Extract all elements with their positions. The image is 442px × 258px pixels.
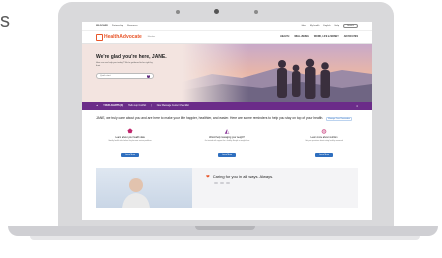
alert-item-1[interactable]: Hello Lup Conflict (128, 105, 146, 107)
nav-well-being[interactable]: WELL-BEING (294, 36, 309, 38)
alert-separator: | (151, 105, 152, 107)
search-button[interactable]: Search (343, 24, 358, 28)
intro-text-block: JANE, we truly care about you and are he… (96, 116, 358, 122)
utility-brand[interactable]: WILDCARD (96, 25, 108, 27)
hero-banner: We're glad you're here, JANE. How can we… (82, 44, 372, 102)
logo-text: HealthAdvocate (104, 34, 142, 40)
camera-dot-left (176, 10, 180, 14)
utility-link-partnership[interactable]: Partnership (112, 25, 123, 27)
manage-reminders-link[interactable]: Manage Your Reminders (326, 117, 353, 121)
utility-link-help[interactable]: Help (335, 25, 340, 27)
alerts-label[interactable]: YOUR ALERTS (3) (103, 105, 123, 107)
promo-headline: Caring for you in all ways. Always. (212, 174, 274, 180)
card-subtitle: Identify health risks before they become… (108, 139, 152, 142)
carousel-dots[interactable] (214, 181, 230, 184)
shield-icon: ⬟ (127, 128, 133, 135)
card-subtitle: Get your questions about eating healthy … (305, 139, 343, 142)
laptop-shadow (30, 236, 420, 240)
utility-link-myhealth[interactable]: My health (310, 25, 319, 27)
utility-link-english[interactable]: English (323, 25, 330, 27)
side-text: s (0, 10, 10, 32)
utility-link-resources[interactable]: Resources (127, 25, 137, 27)
carousel-dot[interactable] (214, 181, 218, 184)
card-title: Learn more about nutrition (310, 136, 338, 139)
nav-health[interactable]: HEALTH (280, 36, 289, 38)
hero-title: We're glad you're here, JANE. (96, 54, 167, 60)
person-illustration (122, 176, 150, 208)
utility-bar: WILDCARD Partnership Resources Jobs My h… (82, 22, 372, 30)
alerts-bar: ▲ YOUR ALERTS (3) Hello Lup Conflict | N… (82, 102, 372, 110)
member-label: Member (147, 36, 156, 38)
alert-item-2[interactable]: New Message Center Checklist (157, 105, 189, 107)
reminder-cards: ⬟ Learn about your health data Identify … (82, 129, 372, 160)
camera-icon (214, 9, 219, 14)
scale-icon: ◭ (224, 128, 230, 135)
promo-headline-row: ❤ Caring for you in all ways. Always. (206, 174, 273, 180)
promo-person-photo (96, 167, 192, 208)
learn-more-button[interactable]: Learn More (217, 152, 237, 157)
promo-section: ❤ Caring for you in all ways. Always. (96, 167, 358, 208)
card-title: Would help managing your weight? (209, 136, 245, 139)
carousel-dot[interactable] (226, 181, 230, 184)
nav-work-life-money[interactable]: WORK, LIFE & MONEY (314, 36, 339, 38)
logo-mark-icon (96, 33, 103, 41)
reminder-card: ◍ Learn more about nutrition Get your qu… (290, 129, 358, 160)
close-icon[interactable]: ✕ (356, 105, 358, 108)
reminder-card: ⬟ Learn about your health data Identify … (96, 129, 164, 160)
intro-section: JANE, we truly care about you and are he… (82, 110, 372, 122)
hero-subtitle: How can we help you today? We're gathere… (96, 62, 153, 67)
quick-start-label: Quick start (100, 75, 111, 77)
bell-icon: ▲ (96, 105, 99, 107)
card-subtitle: Get started with support for a healthy l… (204, 139, 250, 142)
nav-advocates[interactable]: ADVOCATES (344, 36, 358, 38)
quick-start-dropdown[interactable]: Quick start ▾ (96, 73, 154, 79)
plate-icon: ◍ (321, 128, 327, 135)
hero-family-photo (182, 44, 372, 102)
heart-icon: ❤ (206, 173, 210, 179)
carousel-dot[interactable] (220, 181, 224, 184)
card-title: Learn about your health data (115, 136, 145, 139)
camera-dot-right (254, 10, 258, 14)
learn-more-button[interactable]: Learn More (120, 152, 140, 157)
chevron-down-icon: ▾ (147, 74, 150, 78)
laptop-notch (195, 226, 255, 230)
intro-text: JANE, we truly care about you and are he… (96, 116, 324, 120)
main-nav: HealthAdvocate Member HEALTH WELL-BEING … (82, 30, 372, 44)
reminder-card: ◭ Would help managing your weight? Get s… (193, 129, 261, 160)
utility-link-jobs[interactable]: Jobs (301, 25, 306, 27)
laptop-screen: WILDCARD Partnership Resources Jobs My h… (82, 22, 372, 220)
learn-more-button[interactable]: Learn More (314, 152, 334, 157)
camera-row (58, 8, 394, 16)
health-advocate-logo[interactable]: HealthAdvocate (96, 33, 142, 41)
